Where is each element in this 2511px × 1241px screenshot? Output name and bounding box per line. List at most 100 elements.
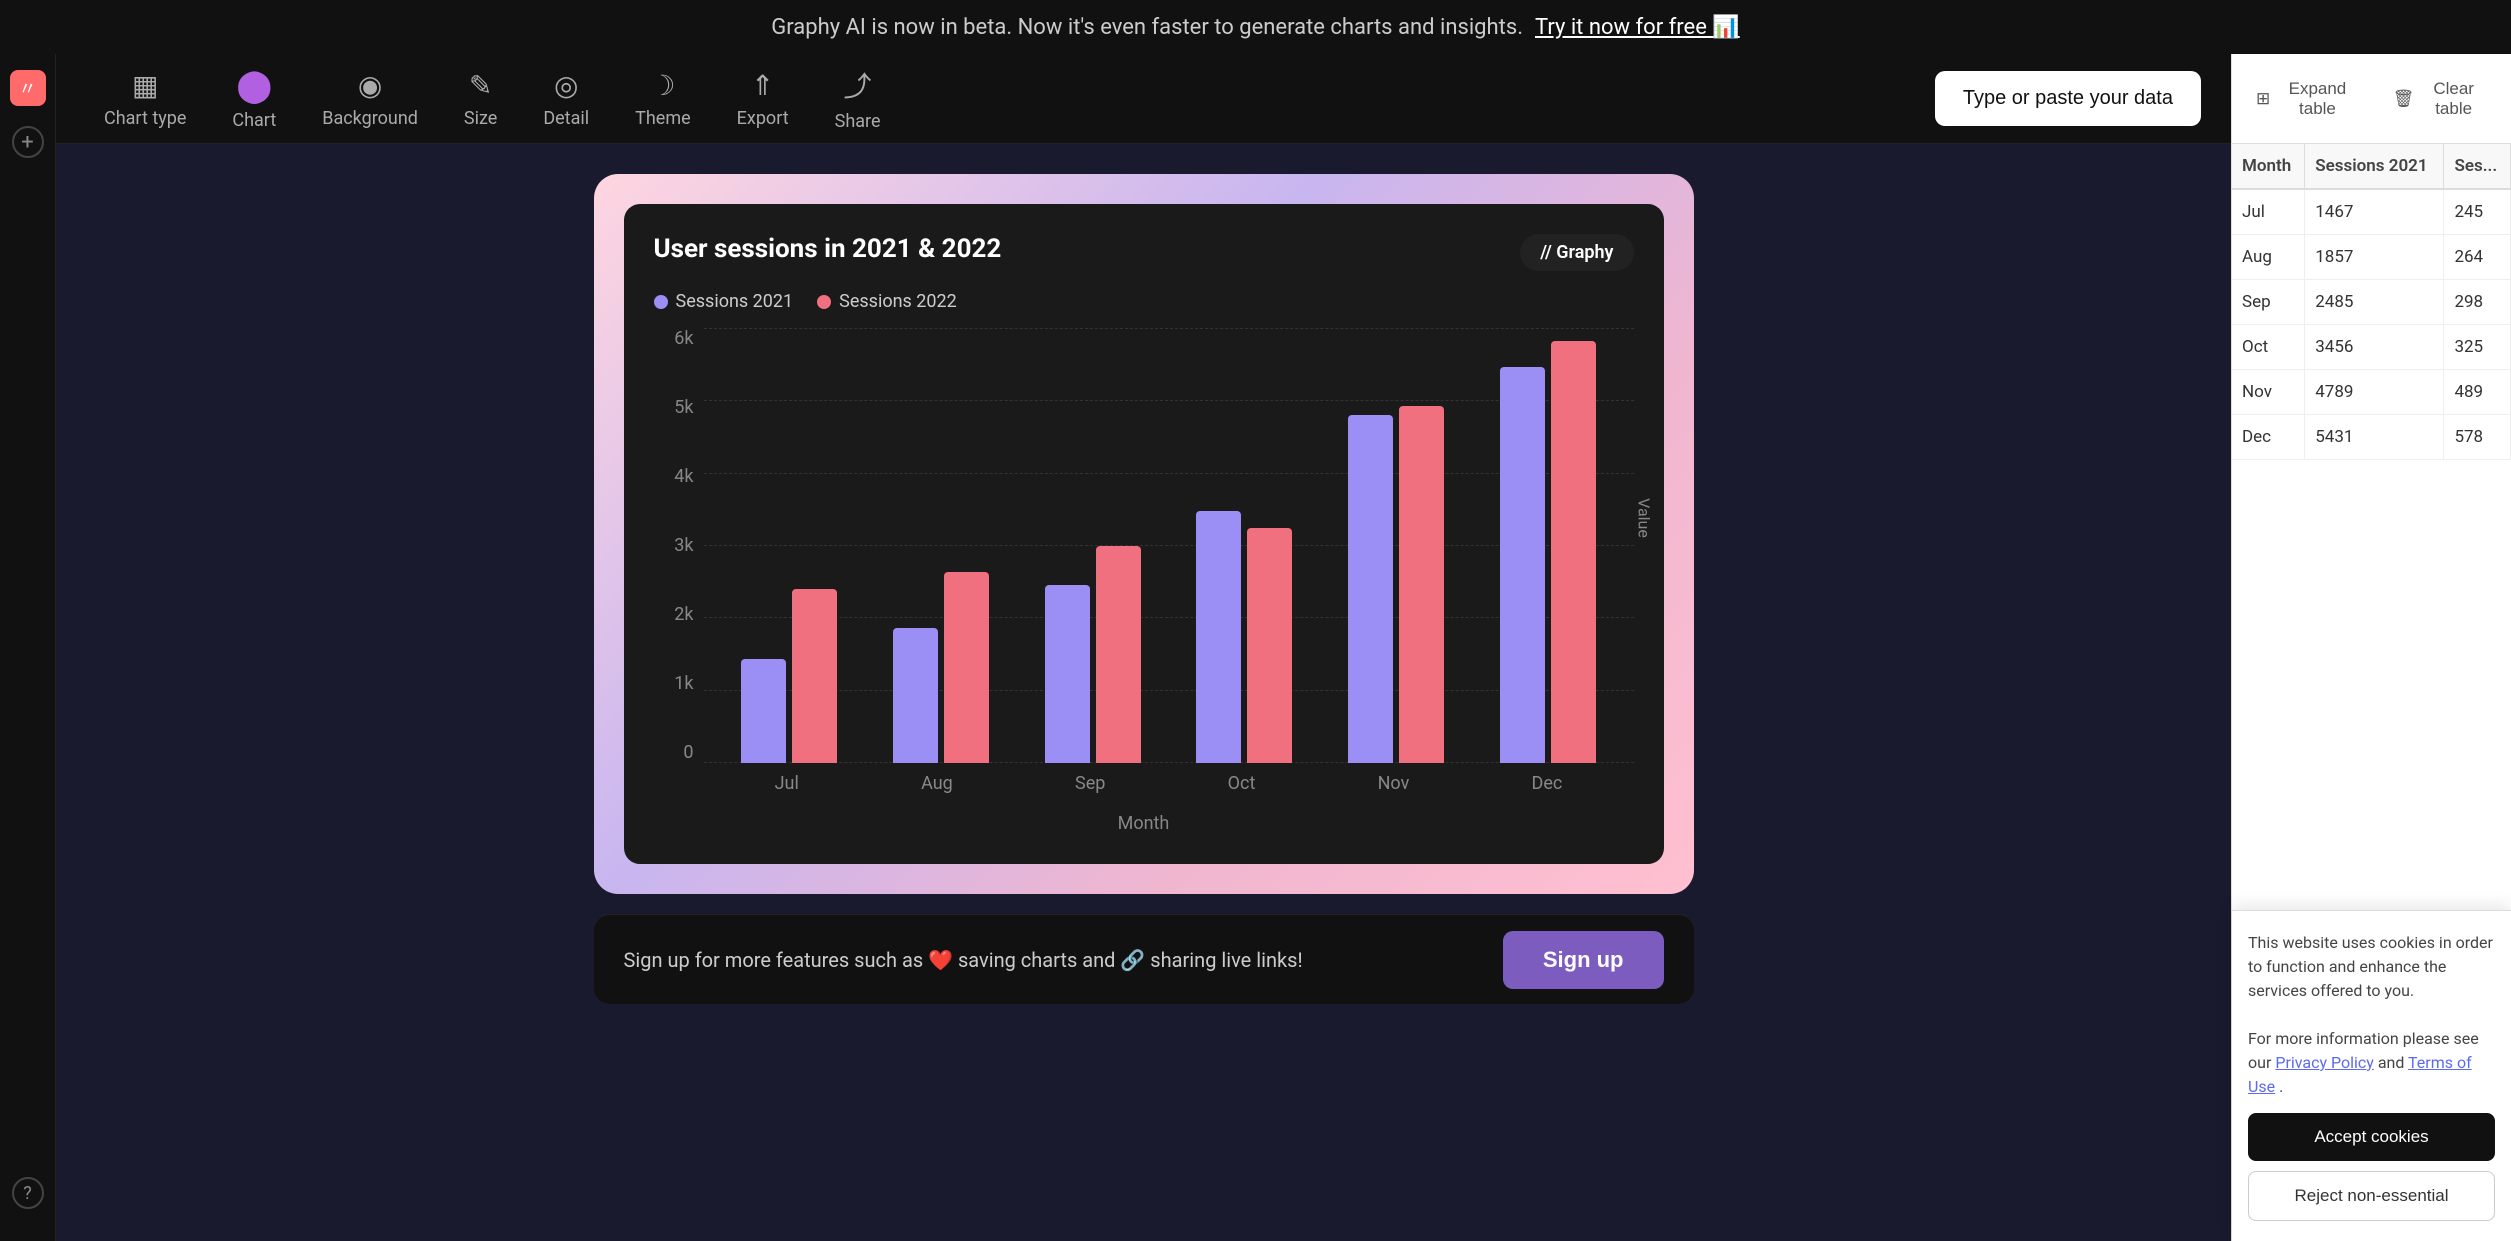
bar-2021-jul: [741, 659, 786, 763]
chart-icon: ⬤: [236, 66, 272, 104]
toolbar-chart-type[interactable]: ▦ Chart type: [86, 61, 204, 137]
toolbar-detail[interactable]: ◎ Detail: [525, 61, 607, 137]
logo-icon[interactable]: 〃: [10, 70, 46, 106]
privacy-policy-link[interactable]: Privacy Policy: [2275, 1053, 2374, 1072]
chart-canvas-wrapper: User sessions in 2021 & 2022 // Graphy S…: [594, 174, 1694, 894]
toolbar-background[interactable]: ◉ Background: [304, 61, 436, 137]
cookie-body-text: This website uses cookies in order to fu…: [2248, 931, 2495, 1099]
table-row: Aug1857264: [2232, 235, 2511, 280]
legend-item-2021: Sessions 2021: [654, 291, 794, 312]
table-cell-s2022: 325: [2444, 325, 2511, 370]
bar-2021-sep: [1045, 585, 1090, 763]
x-labels: Jul Aug Sep Oct Nov Dec: [704, 763, 1634, 803]
table-row: Dec5431578: [2232, 415, 2511, 460]
chart-header: User sessions in 2021 & 2022 // Graphy: [654, 234, 1634, 271]
x-label-sep: Sep: [1075, 773, 1105, 794]
y-tick-0: 0: [683, 742, 693, 763]
reject-cookies-button[interactable]: Reject non-essential: [2248, 1171, 2495, 1221]
expand-table-label: Expand table: [2276, 79, 2358, 119]
bar-group-sep: [1045, 328, 1141, 763]
legend-dot-blue: [654, 295, 668, 309]
chart-type-label: Chart type: [104, 108, 186, 129]
chart-inner: User sessions in 2021 & 2022 // Graphy S…: [624, 204, 1664, 864]
chart-legend: Sessions 2021 Sessions 2022: [654, 291, 1634, 312]
y-axis: 6k 5k 4k 3k 2k 1k 0: [654, 328, 704, 803]
toolbar-theme[interactable]: ☽ Theme: [617, 61, 709, 137]
type-paste-button[interactable]: Type or paste your data: [1935, 71, 2201, 126]
col-header-s2021: Sessions 2021: [2305, 144, 2444, 189]
legend-item-2022: Sessions 2022: [817, 291, 957, 312]
toolbar-chart[interactable]: ⬤ Chart: [214, 58, 294, 139]
announcement-cta[interactable]: Try it now for free 📊: [1535, 15, 1740, 40]
y-axis-label: Value: [1634, 498, 1653, 538]
clear-table-button[interactable]: 🗑 Clear table: [2381, 71, 2499, 127]
bar-group-aug: [893, 328, 989, 763]
table-row: Jul1467245: [2232, 189, 2511, 235]
bar-2022-jul: [792, 589, 837, 763]
table-row: Oct3456325: [2232, 325, 2511, 370]
table-cell-month: Aug: [2232, 235, 2305, 280]
chart-type-icon: ▦: [132, 69, 158, 102]
theme-label: Theme: [635, 108, 691, 129]
size-label: Size: [464, 108, 497, 129]
accept-cookies-button[interactable]: Accept cookies: [2248, 1113, 2495, 1161]
col-header-s2022: Ses...: [2444, 144, 2511, 189]
x-label-dec: Dec: [1532, 773, 1563, 794]
x-label-aug: Aug: [921, 773, 953, 794]
right-panel: ⊞ Expand table 🗑 Clear table Month Sessi…: [2231, 54, 2511, 1241]
right-panel-toolbar: ⊞ Expand table 🗑 Clear table: [2232, 54, 2511, 144]
table-cell-s2021: 5431: [2305, 415, 2444, 460]
bar-group-jul: [741, 328, 837, 763]
expand-table-button[interactable]: ⊞ Expand table: [2244, 71, 2371, 127]
bar-group-oct: [1196, 328, 1292, 763]
export-label: Export: [737, 108, 789, 129]
toolbar-size[interactable]: ✎ Size: [446, 61, 515, 137]
y-tick-6k: 6k: [674, 328, 693, 349]
table-cell-month: Oct: [2232, 325, 2305, 370]
left-sidebar: 〃 + ?: [0, 54, 56, 1241]
chart-label: Chart: [232, 110, 276, 131]
share-label: Share: [835, 111, 881, 132]
chart-body: 6k 5k 4k 3k 2k 1k 0: [654, 328, 1634, 803]
x-label-jul: Jul: [775, 773, 799, 794]
x-label-nov: Nov: [1378, 773, 1410, 794]
bar-2021-oct: [1196, 511, 1241, 763]
background-label: Background: [322, 108, 418, 129]
y-tick-3k: 3k: [674, 535, 693, 556]
bars-container: [704, 328, 1634, 763]
content-area: ▦ Chart type ⬤ Chart ◉ Background ✎ Size…: [56, 54, 2231, 1241]
table-row: Sep2485298: [2232, 280, 2511, 325]
x-label-oct: Oct: [1228, 773, 1256, 794]
col-header-month: Month: [2232, 144, 2305, 189]
toolbar-share[interactable]: ⤴ Share: [817, 57, 899, 140]
chart-area: User sessions in 2021 & 2022 // Graphy S…: [56, 144, 2231, 1241]
table-cell-s2022: 489: [2444, 370, 2511, 415]
x-axis-title: Month: [654, 813, 1634, 834]
data-table-element: Month Sessions 2021 Ses... Jul1467245Aug…: [2232, 144, 2511, 460]
signup-button[interactable]: Sign up: [1503, 931, 1664, 989]
toolbar-export[interactable]: ⇑ Export: [719, 61, 807, 137]
table-cell-s2022: 264: [2444, 235, 2511, 280]
clear-table-icon: 🗑: [2393, 89, 2415, 109]
announcement-bar: Graphy AI is now in beta. Now it's even …: [0, 0, 2511, 54]
table-cell-s2021: 1857: [2305, 235, 2444, 280]
bar-group-dec: [1500, 328, 1596, 763]
background-icon: ◉: [358, 69, 382, 102]
table-cell-s2022: 578: [2444, 415, 2511, 460]
detail-label: Detail: [543, 108, 589, 129]
help-button[interactable]: ?: [12, 1177, 44, 1209]
add-button[interactable]: +: [12, 126, 44, 158]
table-cell-s2021: 4789: [2305, 370, 2444, 415]
legend-label-2021: Sessions 2021: [676, 291, 794, 312]
chart-title: User sessions in 2021 & 2022: [654, 234, 1002, 264]
table-cell-s2021: 3456: [2305, 325, 2444, 370]
table-cell-month: Jul: [2232, 189, 2305, 235]
y-tick-5k: 5k: [674, 397, 693, 418]
table-row: Nov4789489: [2232, 370, 2511, 415]
share-icon: ⤴: [844, 65, 872, 105]
export-icon: ⇑: [751, 69, 774, 102]
y-tick-1k: 1k: [674, 673, 693, 694]
table-cell-s2022: 245: [2444, 189, 2511, 235]
table-cell-s2021: 2485: [2305, 280, 2444, 325]
table-cell-month: Sep: [2232, 280, 2305, 325]
